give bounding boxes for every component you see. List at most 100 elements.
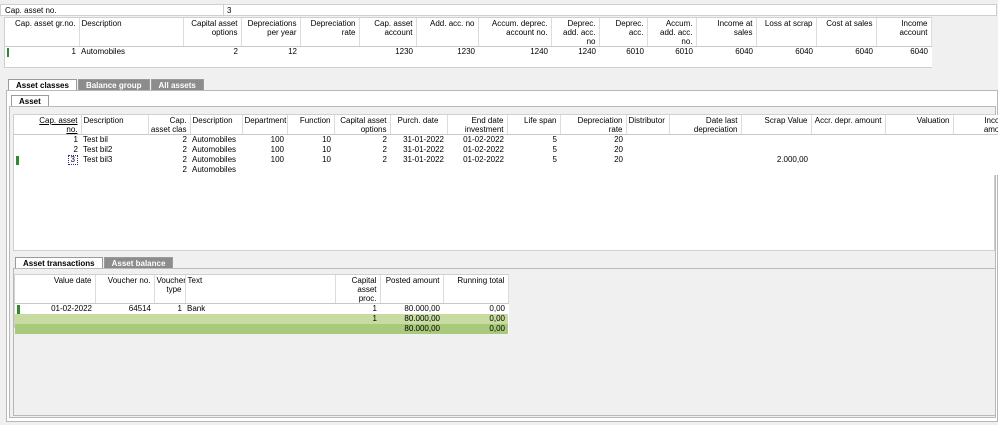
tab-asset-balance[interactable]: Asset balance (103, 257, 174, 268)
table-cell[interactable]: 1 (154, 304, 185, 315)
table-cell[interactable] (626, 155, 669, 165)
table-cell[interactable]: 2 (183, 47, 241, 58)
col-header[interactable]: Loss at scrap (756, 18, 817, 47)
table-cell[interactable]: 5 (507, 135, 560, 146)
table-cell[interactable] (885, 155, 953, 165)
table-cell[interactable]: 01-02-2022 (447, 145, 507, 155)
col-header[interactable]: Deprec. add. acc. no (551, 18, 600, 47)
table-cell[interactable]: 31-01-2022 (390, 145, 447, 155)
table-cell[interactable] (811, 155, 885, 165)
table-cell[interactable]: Test bil (81, 135, 148, 146)
table-cell[interactable] (26, 165, 81, 175)
table-cell[interactable]: 2 (148, 145, 190, 155)
table-cell[interactable]: 1230 (359, 47, 416, 58)
table-cell[interactable]: 6040 (696, 47, 756, 58)
table-cell[interactable]: 01-02-2022 (447, 135, 507, 146)
col-header[interactable]: Depreciation rate (560, 115, 627, 135)
table-cell[interactable] (885, 165, 953, 175)
table-row[interactable]: 1 Test bil 2 Automobiles 100 10 2 31-01-… (14, 135, 998, 146)
col-header[interactable]: Valuation (885, 115, 954, 135)
col-header[interactable]: Capital asset options (183, 18, 242, 47)
table-cell[interactable] (885, 145, 953, 155)
table-cell[interactable]: 2 (148, 155, 190, 165)
table-cell[interactable]: 100 (242, 135, 287, 146)
table-cell[interactable]: 0,00 (443, 304, 508, 315)
table-cell[interactable] (334, 165, 390, 175)
table-cell[interactable] (560, 165, 626, 175)
table-cell[interactable]: 10 (287, 145, 334, 155)
tab-balance-group[interactable]: Balance group (77, 79, 150, 90)
table-cell[interactable]: Automobiles (190, 145, 242, 155)
table-cell[interactable] (885, 135, 953, 146)
table-cell[interactable] (953, 155, 998, 165)
table-cell[interactable]: 100 (242, 145, 287, 155)
table-cell[interactable] (626, 165, 669, 175)
col-header[interactable]: Income account (876, 18, 932, 47)
col-header[interactable]: Purch. date (390, 115, 448, 135)
table-cell[interactable]: 20 (560, 155, 626, 165)
table-cell[interactable]: 31-01-2022 (390, 155, 447, 165)
table-cell[interactable] (300, 47, 359, 58)
col-header[interactable]: Description (190, 115, 243, 135)
col-header[interactable]: Date last depreciation (669, 115, 742, 135)
col-header[interactable]: Accum. add. acc. no. (647, 18, 697, 47)
col-header[interactable]: Department (242, 115, 288, 135)
table-cell[interactable]: Automobiles (190, 135, 242, 146)
table-cell[interactable] (447, 165, 507, 175)
table-cell[interactable]: 2 (148, 165, 190, 175)
col-header[interactable]: Income amount (953, 115, 998, 135)
table-cell[interactable]: 6040 (816, 47, 876, 58)
table-cell[interactable]: Test bil3 (81, 155, 148, 165)
table-cell[interactable]: 1 (335, 304, 380, 315)
table-row[interactable]: 01-02-2022 64514 1 Bank 1 80.000,00 0,00 (15, 304, 508, 315)
tab-asset-classes[interactable]: Asset classes (8, 79, 77, 90)
table-cell[interactable]: Automobiles (190, 165, 242, 175)
col-header[interactable]: Text (185, 275, 336, 304)
table-cell[interactable]: 31-01-2022 (390, 135, 447, 146)
table-cell[interactable]: 2 (148, 135, 190, 146)
table-cell[interactable] (953, 145, 998, 155)
table-cell[interactable]: 6040 (876, 47, 931, 58)
table-cell[interactable]: 6040 (756, 47, 816, 58)
col-header[interactable]: End date investment (447, 115, 508, 135)
cap-asset-no-field[interactable]: Cap. asset no. 3 (0, 4, 997, 16)
col-header[interactable]: Income at sales (696, 18, 757, 47)
col-header[interactable]: Capital asset options (334, 115, 391, 135)
table-cell[interactable]: Bank (185, 304, 335, 315)
tab-all-assets[interactable]: All assets (150, 79, 204, 90)
table-cell[interactable] (626, 145, 669, 155)
col-header[interactable]: Running total (443, 275, 509, 304)
table-cell[interactable]: 5 (507, 145, 560, 155)
table-cell[interactable] (741, 145, 811, 155)
table-cell[interactable]: 1 (26, 135, 81, 146)
table-cell[interactable]: Automobiles (190, 155, 242, 165)
table-cell[interactable] (390, 165, 447, 175)
table-cell[interactable] (741, 135, 811, 146)
table-cell[interactable] (287, 165, 334, 175)
table-cell[interactable]: Test bil2 (81, 145, 148, 155)
table-cell[interactable] (669, 145, 741, 155)
table-cell[interactable] (669, 135, 741, 146)
table-row-new[interactable]: 2 Automobiles (14, 165, 998, 175)
col-header[interactable]: Depreciations per year (241, 18, 301, 47)
table-cell[interactable]: 1240 (551, 47, 599, 58)
col-header[interactable]: Function (287, 115, 335, 135)
table-cell[interactable] (811, 135, 885, 146)
col-header[interactable]: Life span (507, 115, 561, 135)
table-cell[interactable] (669, 165, 741, 175)
table-cell[interactable] (741, 165, 811, 175)
table-cell[interactable]: 2.000,00 (741, 155, 811, 165)
col-header[interactable]: Cap. asset gr.no. (9, 18, 80, 47)
table-cell[interactable]: 01-02-2022 (27, 304, 95, 315)
tab-asset-transactions[interactable]: Asset transactions (15, 257, 103, 268)
col-header[interactable]: Cost at sales (816, 18, 877, 47)
col-header[interactable]: Distributor (626, 115, 670, 135)
cap-asset-no-value[interactable]: 3 (227, 6, 231, 15)
col-header[interactable]: Depreciation rate (300, 18, 360, 47)
table-cell[interactable]: 2 (334, 145, 390, 155)
col-header[interactable]: Accr. depr. amount (811, 115, 886, 135)
table-cell[interactable]: 01-02-2022 (447, 155, 507, 165)
col-header[interactable]: Deprec. acc. (599, 18, 648, 47)
table-cell[interactable]: 1 (9, 47, 79, 58)
col-header[interactable]: Voucher type (154, 275, 186, 304)
